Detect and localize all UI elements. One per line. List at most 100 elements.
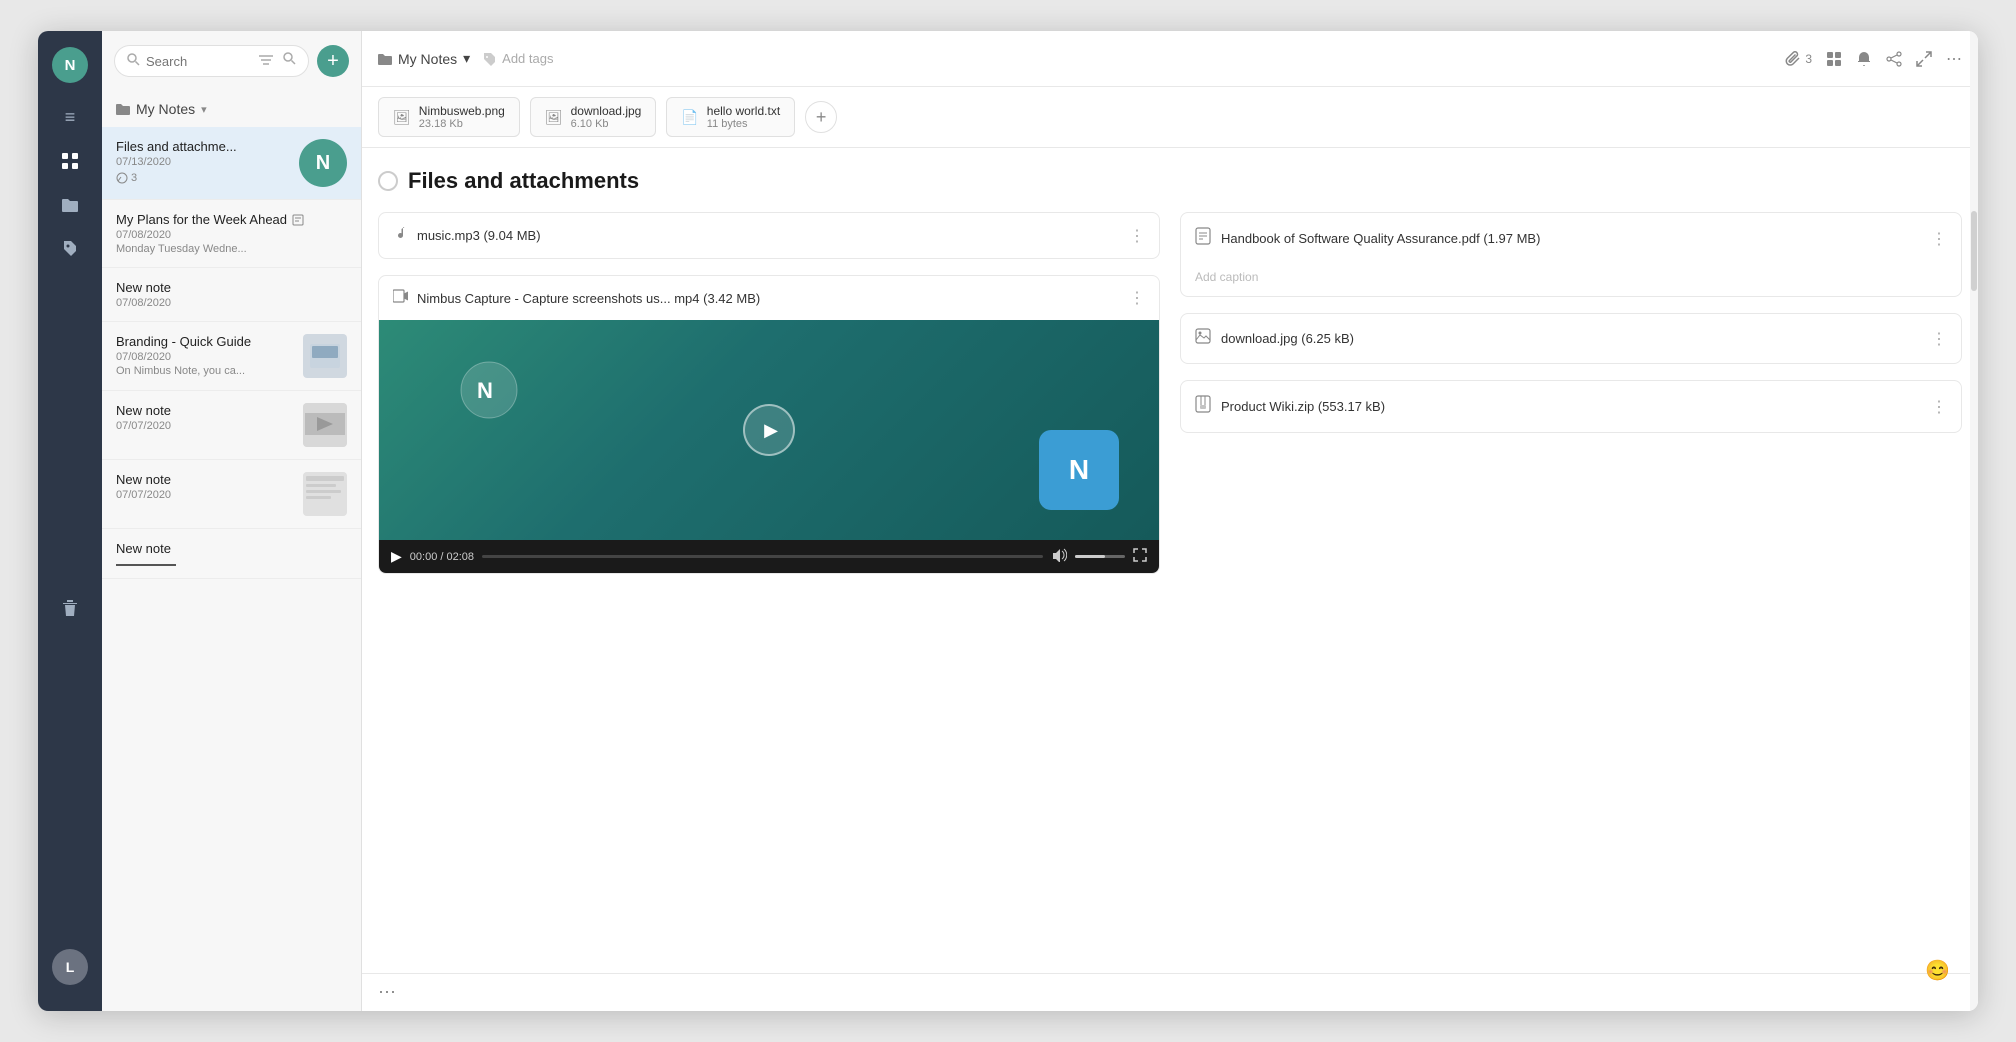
note-item-new-3[interactable]: New note 07/07/2020 [102,460,361,529]
music-icon [393,225,409,246]
note-check-button[interactable] [378,171,398,191]
svg-text:N: N [477,378,493,403]
top-bar: My Notes ▾ Add tags 3 [362,31,1978,87]
filter-icon[interactable] [259,54,273,69]
expand-button[interactable] [1916,51,1932,67]
share-button[interactable] [1886,51,1902,67]
jpg-menu-button[interactable]: ⋮ [1931,329,1947,349]
note-title: New note [116,280,347,295]
volume-icon[interactable] [1051,548,1067,565]
attachment-tab-nimbusweb[interactable]: 🖼 Nimbusweb.png 23.18 Kb [378,97,520,137]
bottom-more-button[interactable]: ⋯ [378,982,396,1003]
fullscreen-button[interactable] [1133,548,1147,565]
note-preview: Monday Tuesday Wedne... [116,243,347,255]
pdf-file-name: Handbook of Software Quality Assurance.p… [1221,231,1540,246]
left-column: music.mp3 (9.04 MB) ⋮ [378,212,1160,590]
note-title: Files and attachme... [116,139,291,154]
note-preview: On Nimbus Note, you ca... [116,365,295,377]
note-item-plans[interactable]: My Plans for the Week Ahead 07/08/2020 M… [102,200,361,268]
more-button[interactable]: ⋯ [1946,49,1962,69]
note-thumbnail [303,472,347,516]
search-input[interactable] [146,54,253,69]
main-content: My Notes ▾ Add tags 3 [362,31,1978,1011]
paperclip-icon [1785,51,1801,67]
pdf-icon [1195,227,1211,250]
note-item-branding[interactable]: Branding - Quick Guide 07/08/2020 On Nim… [102,322,361,391]
view-toggle-button[interactable] [1826,51,1842,67]
video-controls: ▶ 00:00 / 02:08 [379,540,1159,573]
file-info: Nimbusweb.png 23.18 Kb [419,104,505,130]
pdf-attach-left: Handbook of Software Quality Assurance.p… [1195,227,1540,250]
search-icon2[interactable] [283,52,296,70]
breadcrumb-chevron-icon: ▾ [463,50,470,67]
main-scrollbar[interactable] [1970,31,1978,1011]
tag-icon [482,52,496,66]
note-info: New note [116,541,347,566]
zip-menu-button[interactable]: ⋮ [1931,397,1947,417]
add-tags-label: Add tags [502,51,553,66]
video-file-name: Nimbus Capture - Capture screenshots us.… [417,291,760,306]
attach-block-left: music.mp3 (9.04 MB) [393,225,541,246]
video-menu-button[interactable]: ⋮ [1129,288,1145,308]
jpg-file-name: download.jpg (6.25 kB) [1221,331,1354,346]
file-name: Nimbusweb.png [419,104,505,118]
volume-fill [1075,555,1105,558]
note-info: New note 07/07/2020 [116,403,295,432]
audio-menu-button[interactable]: ⋮ [1129,226,1145,246]
folder-name: My Notes [136,101,195,117]
video-play-small-button[interactable]: ▶ [391,548,402,565]
attach-block-left: Nimbus Capture - Capture screenshots us.… [393,289,760,308]
emoji-button[interactable]: 😊 [1925,958,1950,983]
folder-chevron-icon: ▾ [201,103,207,116]
note-main-title: Files and attachments [408,168,639,194]
note-item-new-4[interactable]: New note [102,529,361,579]
note-title: New note [116,541,347,556]
image-icon [1195,328,1211,349]
jpg-attachment-block: download.jpg (6.25 kB) ⋮ [1180,313,1962,364]
search-bar[interactable] [114,45,309,77]
folder-nav-icon[interactable] [52,187,88,223]
attachment-tab-download[interactable]: 🖼 download.jpg 6.10 Kb [530,97,657,137]
grid-icon[interactable] [52,143,88,179]
file-size: 11 bytes [707,118,780,130]
nimbus-overlay: N [1039,430,1119,510]
search-icon [127,53,140,69]
file-size: 6.10 Kb [571,118,642,130]
video-icon [393,289,409,308]
note-info: Branding - Quick Guide 07/08/2020 On Nim… [116,334,295,377]
notes-list: Files and attachme... 07/13/2020 3 N My … [102,127,361,1011]
video-play-button[interactable] [743,404,795,456]
add-note-button[interactable]: + [317,45,349,77]
image-file-icon: 🖼 [545,109,563,126]
note-item-new-2[interactable]: New note 07/07/2020 [102,391,361,460]
menu-icon[interactable]: ≡ [52,99,88,135]
note-item-files-attachments[interactable]: Files and attachme... 07/13/2020 3 N [102,127,361,200]
tag-area[interactable]: Add tags [482,51,553,66]
trash-nav-icon[interactable] [52,590,88,626]
video-thumbnail: N N [379,320,1159,540]
bell-button[interactable] [1856,51,1872,67]
note-thumbnail [303,403,347,447]
bottom-user-avatar[interactable]: L [52,949,88,985]
breadcrumb[interactable]: My Notes ▾ [378,50,470,67]
add-caption-label[interactable]: Add caption [1181,264,1961,296]
attachment-tab-helloworld[interactable]: 📄 hello world.txt 11 bytes [666,97,795,137]
tag-nav-icon[interactable] [52,231,88,267]
note-date: 07/08/2020 [116,229,347,241]
user-avatar[interactable]: N [52,47,88,83]
video-time: 00:00 / 02:08 [410,551,474,563]
scrollbar-thumb [1971,211,1977,291]
volume-bar[interactable] [1075,555,1125,558]
folder-label[interactable]: My Notes ▾ [102,91,361,127]
attachment-count-button[interactable]: 3 [1785,51,1812,67]
note-info: My Plans for the Week Ahead 07/08/2020 M… [116,212,347,255]
pdf-menu-button[interactable]: ⋮ [1931,229,1947,249]
note-item-new-1[interactable]: New note 07/08/2020 [102,268,361,322]
breadcrumb-label: My Notes [398,51,457,67]
video-progress-bar[interactable] [482,555,1043,558]
add-attachment-button[interactable]: + [805,101,837,133]
note-title: New note [116,403,295,418]
image-file-icon: 🖼 [393,109,411,126]
jpg-attach-left: download.jpg (6.25 kB) [1195,328,1354,349]
app-window: N ≡ L [38,31,1978,1011]
